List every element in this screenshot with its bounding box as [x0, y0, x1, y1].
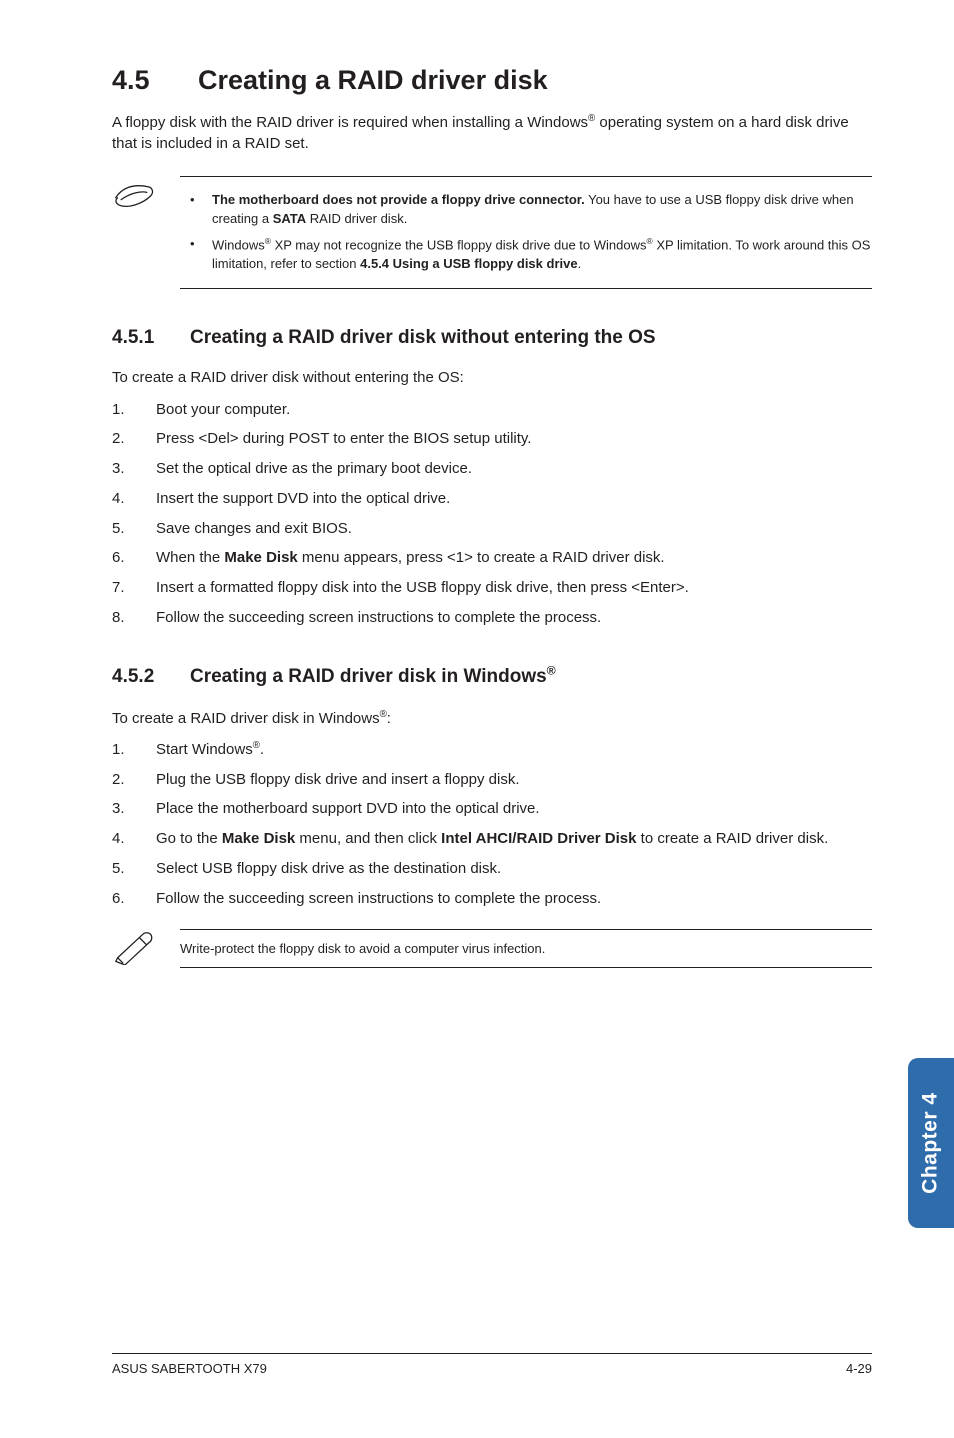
- step-item: Set the optical drive as the primary boo…: [112, 458, 872, 480]
- section-number: 4.5: [112, 62, 198, 98]
- intro-paragraph: A floppy disk with the RAID driver is re…: [112, 112, 872, 154]
- section-heading: 4.5Creating a RAID driver disk: [112, 62, 872, 98]
- step-item: Start Windows®.: [112, 739, 872, 761]
- subsection-heading: 4.5.1Creating a RAID driver disk without…: [112, 325, 872, 351]
- subsection-title: Creating a RAID driver disk without ente…: [190, 327, 656, 348]
- subsection-number: 4.5.1: [112, 325, 190, 351]
- lead-text: To create a RAID driver disk in Windows®…: [112, 708, 872, 729]
- pencil-icon: [112, 925, 156, 972]
- callout-item: Windows® XP may not recognize the USB fl…: [180, 235, 872, 274]
- subsection-heading: 4.5.2Creating a RAID driver disk in Wind…: [112, 663, 872, 690]
- subsection-title: Creating a RAID driver disk in Windows®: [190, 666, 556, 687]
- step-item: Boot your computer.: [112, 399, 872, 421]
- divider: [180, 288, 872, 289]
- footer-right: 4-29: [846, 1360, 872, 1378]
- steps-list: Start Windows®. Plug the USB floppy disk…: [112, 739, 872, 910]
- subsection-number: 4.5.2: [112, 664, 190, 690]
- step-item: Follow the succeeding screen instruction…: [112, 888, 872, 910]
- note-callout: Write-protect the floppy disk to avoid a…: [112, 925, 872, 972]
- callout-item: The motherboard does not provide a flopp…: [180, 191, 872, 229]
- page-footer: ASUS SABERTOOTH X79 4-29: [112, 1353, 872, 1378]
- divider: [180, 967, 872, 968]
- step-item: Follow the succeeding screen instruction…: [112, 607, 872, 629]
- steps-list: Boot your computer. Press <Del> during P…: [112, 399, 872, 629]
- footer-left: ASUS SABERTOOTH X79: [112, 1360, 267, 1378]
- step-item: Save changes and exit BIOS.: [112, 518, 872, 540]
- note-callout: The motherboard does not provide a flopp…: [112, 176, 872, 289]
- step-item: Plug the USB floppy disk drive and inser…: [112, 769, 872, 791]
- section-title-text: Creating a RAID driver disk: [198, 65, 548, 95]
- step-item: When the Make Disk menu appears, press <…: [112, 547, 872, 569]
- step-item: Insert a formatted floppy disk into the …: [112, 577, 872, 599]
- step-item: Press <Del> during POST to enter the BIO…: [112, 428, 872, 450]
- scribble-icon: [112, 176, 156, 223]
- lead-text: To create a RAID driver disk without ent…: [112, 368, 872, 388]
- step-item: Insert the support DVD into the optical …: [112, 488, 872, 510]
- chapter-tab-label: Chapter 4: [917, 1092, 945, 1193]
- chapter-tab: Chapter 4: [908, 1058, 954, 1228]
- step-item: Go to the Make Disk menu, and then click…: [112, 828, 872, 850]
- step-item: Place the motherboard support DVD into t…: [112, 798, 872, 820]
- step-item: Select USB floppy disk drive as the dest…: [112, 858, 872, 880]
- note-text: Write-protect the floppy disk to avoid a…: [180, 930, 872, 968]
